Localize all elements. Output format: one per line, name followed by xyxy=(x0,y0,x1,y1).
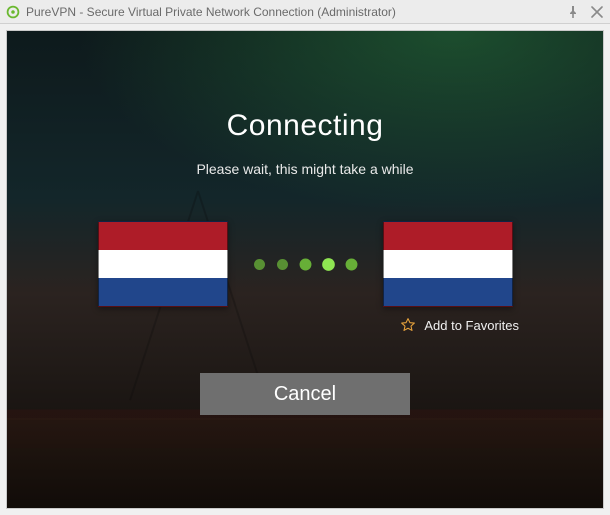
purevpn-logo-icon xyxy=(6,5,20,19)
progress-dot xyxy=(345,258,357,270)
connection-status-title: Connecting xyxy=(227,109,384,143)
progress-dot xyxy=(277,259,288,270)
source-country-flag xyxy=(98,221,228,307)
close-icon[interactable] xyxy=(590,5,604,19)
add-to-favorites-label: Add to Favorites xyxy=(424,318,519,333)
star-outline-icon xyxy=(400,317,416,333)
connection-status-subtitle: Please wait, this might take a while xyxy=(196,161,413,177)
add-to-favorites-button[interactable]: Add to Favorites xyxy=(7,317,603,333)
cancel-button-label: Cancel xyxy=(274,383,336,406)
connection-flags-row xyxy=(98,221,513,307)
app-content: Connecting Please wait, this might take … xyxy=(6,30,604,509)
window-title: PureVPN - Secure Virtual Private Network… xyxy=(26,5,566,19)
connecting-progress-dots xyxy=(254,259,357,270)
window-titlebar: PureVPN - Secure Virtual Private Network… xyxy=(0,0,610,24)
progress-dot xyxy=(322,258,335,271)
pin-icon[interactable] xyxy=(566,5,580,19)
cancel-button[interactable]: Cancel xyxy=(200,373,410,415)
destination-country-flag xyxy=(383,221,513,307)
progress-dot xyxy=(299,258,311,270)
progress-dot xyxy=(254,259,265,270)
